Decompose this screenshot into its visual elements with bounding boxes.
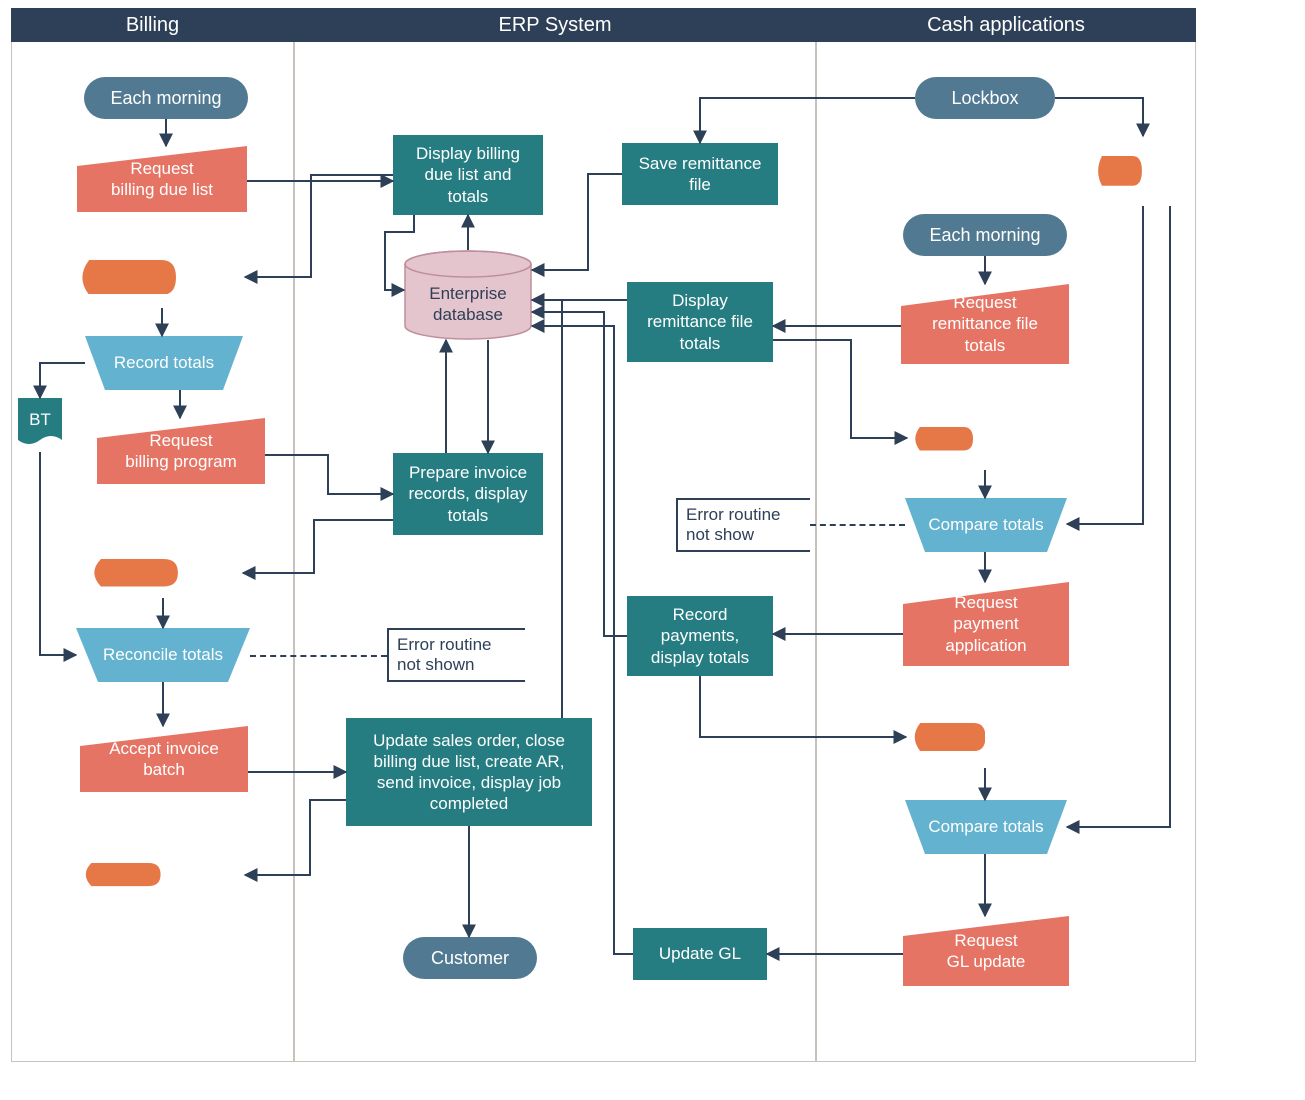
manual-input-request-payment-app: Request payment application — [903, 582, 1069, 666]
terminator-each-morning-2: Each morning — [903, 214, 1067, 256]
manual-input-request-remittance-totals: Request remittance file totals — [901, 284, 1069, 364]
lane-header-erp-label: ERP System — [499, 14, 612, 37]
display-remittance-totals-label: Display remittance file totals — [647, 290, 753, 354]
swimlane-diagram: Billing ERP System Cash applications Eac… — [0, 0, 1305, 1100]
reconcile-totals-label: Reconcile totals — [103, 644, 223, 665]
emailed-totals-label: E-mailed totals — [1142, 139, 1192, 203]
compare-totals-2-label: Compare totals — [928, 816, 1043, 837]
job-completed-label: Job completed — [161, 854, 239, 897]
annotation-error-routine-2: Error routine not show — [676, 498, 810, 552]
process-save-remittance-file: Save remittance file — [622, 143, 778, 205]
display-emailed-totals: E-mailed totals — [1090, 136, 1198, 206]
compare-totals-1-label: Compare totals — [928, 514, 1043, 535]
lane-header-cash: Cash applications — [816, 8, 1196, 42]
database-enterprise: Enterprise database — [404, 250, 532, 340]
dashed-connector-2 — [810, 524, 905, 526]
update-gl-label: Update GL — [659, 943, 741, 964]
manual-input-request-billing-due-list: Request billing due list — [77, 146, 247, 212]
process-display-remittance-totals: Display remittance file totals — [627, 282, 773, 362]
accept-invoice-batch-label: Accept invoice batch — [109, 738, 219, 781]
display-billing-due-list-totals: Billing due list and totals — [73, 246, 245, 308]
prepare-invoice-records-label: Prepare invoice records, display totals — [408, 462, 527, 526]
manual-input-request-gl-update: Request GL update — [903, 916, 1069, 986]
manual-op-compare-totals-1: Compare totals — [905, 498, 1067, 552]
record-totals-label: Record totals — [114, 352, 214, 373]
process-record-payments: Record payments, display totals — [627, 596, 773, 676]
ar-discounts-label: AR, discounts, amount paid — [985, 695, 1062, 780]
each-morning-2-label: Each morning — [929, 224, 1040, 247]
lane-header-erp: ERP System — [294, 8, 816, 42]
lockbox-label: Lockbox — [951, 87, 1018, 110]
terminator-customer: Customer — [403, 937, 537, 979]
error-routine-1-label: Error routine not shown — [397, 635, 491, 675]
manual-op-reconcile-totals: Reconcile totals — [76, 628, 250, 682]
customer-label: Customer — [431, 947, 509, 970]
bt-label: BT — [29, 409, 51, 430]
database-label: Enterprise database — [429, 283, 506, 326]
request-remittance-totals-label: Request remittance file totals — [932, 292, 1038, 356]
annotation-error-routine-1: Error routine not shown — [387, 628, 525, 682]
billing-due-list-totals-label: Billing due list and totals — [176, 235, 239, 320]
request-gl-update-label: Request GL update — [947, 930, 1026, 973]
manual-input-accept-invoice-batch: Accept invoice batch — [80, 726, 248, 792]
process-update-sales-order: Update sales order, close billing due li… — [346, 718, 592, 826]
offpage-bt: BT — [18, 398, 62, 454]
request-payment-app-label: Request payment application — [945, 592, 1026, 656]
process-prepare-invoice-records: Prepare invoice records, display totals — [393, 453, 543, 535]
display-remittance-file-totals: Remittance file totals — [907, 408, 1065, 470]
lane-header-billing: Billing — [11, 8, 294, 42]
manual-input-request-billing-program: Request billing program — [97, 418, 265, 484]
display-invoice-totals: Invoice totals — [85, 548, 243, 598]
each-morning-1-label: Each morning — [110, 87, 221, 110]
invoice-totals-label: Invoice totals — [178, 552, 237, 595]
error-routine-2-label: Error routine not show — [686, 505, 780, 545]
manual-op-compare-totals-2: Compare totals — [905, 800, 1067, 854]
terminator-lockbox: Lockbox — [915, 77, 1055, 119]
update-sales-order-label: Update sales order, close billing due li… — [373, 730, 565, 815]
display-ar-discounts: AR, discounts, amount paid — [906, 706, 1068, 768]
lane-header-cash-label: Cash applications — [927, 14, 1085, 37]
display-job-completed: Job completed — [77, 850, 245, 900]
request-billing-due-list-label: Request billing due list — [111, 158, 213, 201]
request-billing-program-label: Request billing program — [125, 430, 237, 473]
manual-op-record-totals: Record totals — [85, 336, 243, 390]
dashed-connector-1 — [250, 655, 387, 657]
remittance-file-totals-label: Remittance file totals — [973, 418, 1059, 461]
display-billing-due-list-label: Display billing due list and totals — [416, 143, 520, 207]
lane-header-billing-label: Billing — [126, 14, 179, 37]
terminator-each-morning-1: Each morning — [84, 77, 248, 119]
process-update-gl: Update GL — [633, 928, 767, 980]
record-payments-label: Record payments, display totals — [651, 604, 749, 668]
save-remittance-file-label: Save remittance file — [639, 153, 762, 196]
process-display-billing-due-list: Display billing due list and totals — [393, 135, 543, 215]
